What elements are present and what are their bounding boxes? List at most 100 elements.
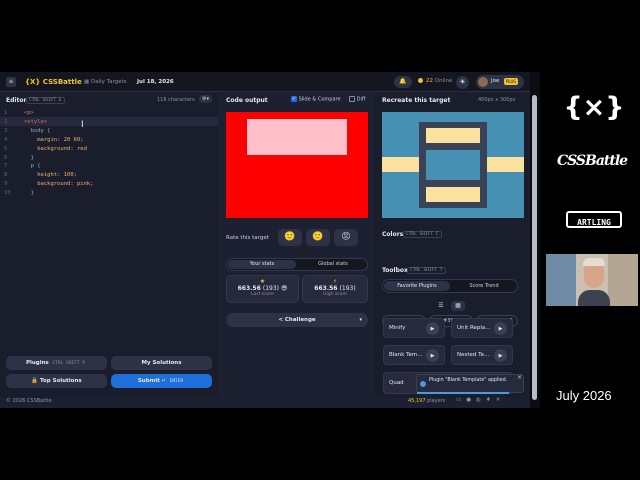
code-line[interactable]: height: 100; [24,171,77,180]
line-number: 7 [4,163,8,170]
my-solutions-button[interactable]: My Solutions [111,356,212,370]
high-score-chars: (193) [339,285,356,292]
slide-compare-label: Slide & Compare [298,96,341,103]
list-view-icon[interactable]: ☰ [434,301,448,311]
toast-close-icon[interactable]: × [517,374,522,381]
tab-your-stats[interactable]: Your stats [228,260,296,269]
social-links: ▭●◍♦✕ [456,397,505,403]
challenge-button[interactable]: < Challenge ▾ [226,313,368,327]
line-number: 2 [4,118,8,125]
tab-score-trend[interactable]: Score Trend [451,281,517,291]
target-top-bar [426,128,480,143]
line-number: 6 [4,154,8,161]
notification-bell-icon[interactable]: 🔔 [394,76,412,88]
submit-label: Submit [137,378,160,384]
rate-happy-icon[interactable]: 🙂 [278,229,302,246]
code-line[interactable]: <style> [24,118,47,127]
editor-shortcut: CTRL SHIFT E [26,97,65,104]
code-line[interactable]: p { [24,162,41,171]
target-title: Recreate this target [382,97,451,104]
github-icon[interactable]: ● [466,397,476,403]
slide-compare-toggle[interactable]: ✓ Slide & Compare [291,96,341,103]
grid-view-icon[interactable]: ▦ [451,301,465,311]
last-score-card: ★ 663.56 (193) 😎 Last score [226,275,299,303]
submit-button[interactable]: Submit ↵ ENTER [111,374,212,388]
app-logo[interactable]: {X} CSSBattle [25,78,82,86]
char-count: 116 characters [157,97,195,103]
bluesky-icon[interactable]: ♦ [486,397,496,403]
tab-favorite-plugins[interactable]: Favorite Plugins [384,281,450,291]
players-label: players [427,398,446,404]
plugins-shortcut: CTRL SHIFT P [52,360,86,366]
slide-compare-checkbox[interactable]: ✓ [291,96,297,102]
code-line[interactable]: background: pink; [24,180,93,189]
share-icon: < [278,317,283,323]
tool-minify[interactable]: Minify ▶ [383,318,445,338]
menu-icon[interactable]: ≡ [6,77,16,87]
diff-toggle[interactable]: Diff [349,96,365,103]
top-solutions-button[interactable]: 🔒 Top Solutions [6,374,107,388]
tool-nested-template-label: Nested Te... [457,352,490,358]
players-count-display: 45,197 players [408,398,445,404]
top-solutions-label: Top Solutions [39,378,82,384]
online-dot-icon [418,78,423,83]
high-score-value: 663.56 [314,285,338,292]
line-number: 8 [4,172,8,179]
tool-nested-template[interactable]: Nested Te... ▶ [451,345,513,365]
last-score-label: Last score [251,292,274,297]
line-number: 10 [4,190,11,197]
output-title: Code output [226,97,268,104]
newsletter-icon[interactable]: ▭ [456,397,466,403]
tool-blank-template[interactable]: Blank Tem... ▶ [383,345,445,365]
line-number: 9 [4,181,8,188]
plugins-button[interactable]: Plugins CTRL SHIFT P [6,356,107,370]
toast-progress [417,392,509,394]
scrollbar-thumb[interactable] [532,95,537,400]
line-number: 1 [4,110,8,116]
code-line[interactable]: body { [24,127,51,136]
x-icon[interactable]: ✕ [496,397,506,403]
cool-face-icon: 😎 [281,285,288,292]
tool-blank-template-label: Blank Tem... [389,352,423,358]
user-menu[interactable]: Joe PLUS [476,75,524,89]
header-date: Jul 18, 2026 [137,79,174,85]
diff-checkbox[interactable] [349,96,355,102]
high-score-label: High score [323,292,347,297]
daily-targets-link[interactable]: ▦ Daily Targets [84,79,127,85]
tool-minify-play-icon[interactable]: ▶ [426,322,439,335]
toolbox-tabs: Favorite Plugins Score Trend [382,279,518,293]
tool-unit-replace-play-icon[interactable]: ▶ [494,322,507,335]
artling-logo: ARTLING [566,211,622,228]
tool-blank-template-play-icon[interactable]: ▶ [426,349,439,362]
theme-toggle-sun-icon[interactable]: ☀ [456,76,469,89]
output-preview[interactable] [226,112,368,218]
artling-label: ARTLING [577,218,611,227]
code-line[interactable]: } [24,154,34,163]
discord-icon[interactable]: ◍ [476,397,486,403]
submit-shortcut: ENTER [169,378,184,384]
rate-neutral-icon[interactable]: 🙁 [306,229,330,246]
online-status: 22 Online [418,78,453,84]
toolbox-shortcut: CTRL SHIFT T [407,267,446,274]
code-line[interactable]: } [24,189,34,198]
target-inner-square [426,150,480,180]
tool-unit-replace[interactable]: Unit Repla... ▶ [451,318,513,338]
editor-settings-gear-icon[interactable]: ⚙▾ [199,95,212,103]
last-score-chars: (193) [262,285,280,292]
tool-nested-template-play-icon[interactable]: ▶ [494,349,507,362]
colors-shortcut: CTRL SHIFT C [403,231,442,238]
lightning-icon: ⚡ [332,278,338,285]
top-header: ≡ {X} CSSBattle ▦ Daily Targets Jul 18, … [0,72,530,92]
tab-global-stats[interactable]: Global stats [299,260,367,269]
rate-angry-icon[interactable]: 😡 [334,229,358,246]
code-line[interactable]: background: red [24,145,87,154]
output-panel: Code output ✓ Slide & Compare Diff Rate … [219,92,374,398]
code-line[interactable]: margin: 20 60; [24,136,83,145]
tool-quad-label: Quad [389,380,404,386]
challenge-label: Challenge [284,317,316,323]
diff-label: Diff [356,96,366,103]
code-line[interactable]: <p> [24,109,34,118]
last-score-value: 663.56 [237,285,261,292]
editor-title: Editor [6,97,27,104]
target-image[interactable] [382,112,524,218]
